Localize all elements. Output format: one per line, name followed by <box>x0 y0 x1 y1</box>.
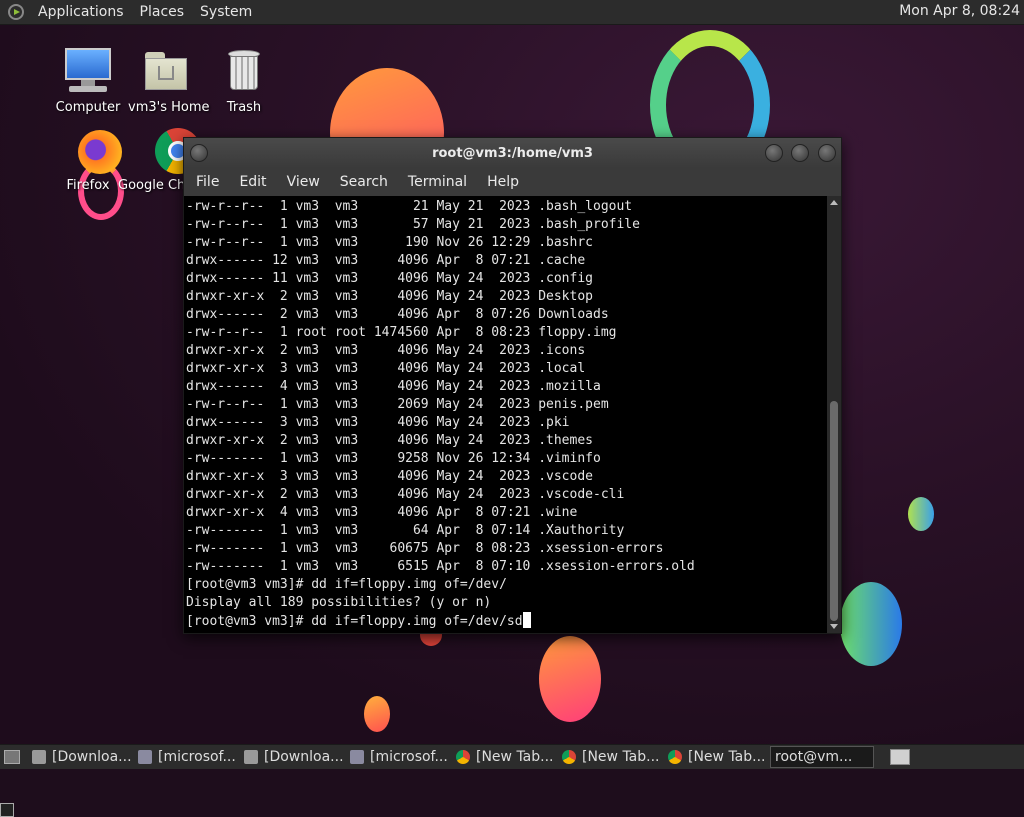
terminal-line: [root@vm3 vm3]# dd if=floppy.img of=/dev… <box>186 577 507 592</box>
desktop-icon-computer[interactable]: Computer <box>50 46 126 115</box>
maximize-icon[interactable] <box>791 144 809 162</box>
wallpaper-blue-orb <box>908 497 934 531</box>
terminal-line: -rw------- 1 vm3 vm3 64 Apr 8 07:14 .Xau… <box>186 523 625 538</box>
menu-applications[interactable]: Applications <box>30 4 132 20</box>
desktop-icon-trash[interactable]: Trash <box>206 46 282 115</box>
editor-icon <box>350 750 364 764</box>
desktop-icon-label: Computer <box>55 100 121 115</box>
panel-clock[interactable]: Mon Apr 8, 08:24 <box>899 3 1020 19</box>
desktop-icon-label: vm3's Home <box>128 100 210 115</box>
chrome-icon <box>456 750 470 764</box>
terminal-line: -rw-r--r-- 1 vm3 vm3 2069 May 24 2023 pe… <box>186 397 609 412</box>
folder-icon <box>244 750 258 764</box>
terminal-line: drwxr-xr-x 4 vm3 vm3 4096 Apr 8 07:21 .w… <box>186 505 578 520</box>
scrollbar-thumb[interactable] <box>830 401 838 621</box>
menu-system[interactable]: System <box>192 4 260 20</box>
window-title: root@vm3:/home/vm3 <box>432 146 593 161</box>
bottom-panel: [Downloa... [microsof... [Downloa... [mi… <box>0 744 1024 817</box>
terminal-line: Display all 189 possibilities? (y or n) <box>186 595 492 610</box>
terminal-output[interactable]: -rw-r--r-- 1 vm3 vm3 21 May 21 2023 .bas… <box>184 196 827 633</box>
window-titlebar[interactable]: root@vm3:/home/vm3 <box>184 138 841 168</box>
scroll-up-icon[interactable] <box>830 200 838 205</box>
terminal-line: -rw------- 1 vm3 vm3 6515 Apr 8 07:10 .x… <box>186 559 695 574</box>
taskbar-item-label: [New Tab... <box>582 749 660 765</box>
show-desktop-icon[interactable] <box>4 750 20 764</box>
terminal-line: drwxr-xr-x 2 vm3 vm3 4096 May 24 2023 .t… <box>186 433 593 448</box>
taskbar-item[interactable]: [New Tab... <box>664 746 768 768</box>
terminal-line: -rw-r--r-- 1 root root 1474560 Apr 8 08:… <box>186 325 617 340</box>
scroll-down-icon[interactable] <box>830 624 838 629</box>
taskbar-item[interactable]: [Downloa... <box>240 746 344 768</box>
menu-search[interactable]: Search <box>330 174 398 190</box>
firefox-icon <box>63 126 122 176</box>
desktop-icon-home[interactable]: vm3's Home <box>128 46 210 115</box>
taskbar-item-label: [microsof... <box>370 749 448 765</box>
menu-view[interactable]: View <box>277 174 330 190</box>
taskbar-item-label: root@vm... <box>775 749 853 765</box>
terminal-line: drwx------ 3 vm3 vm3 4096 May 24 2023 .p… <box>186 415 570 430</box>
taskbar-item[interactable]: [New Tab... <box>558 746 662 768</box>
terminal-prompt-text: [root@vm3 vm3]# dd if=floppy.img of=/dev… <box>186 614 523 629</box>
top-panel: Applications Places System Mon Apr 8, 08… <box>0 0 1024 25</box>
taskbar-item-label: [Downloa... <box>52 749 132 765</box>
close-icon[interactable] <box>818 144 836 162</box>
terminal-line: drwxr-xr-x 2 vm3 vm3 4096 May 24 2023 De… <box>186 289 593 304</box>
terminal-line: -rw-r--r-- 1 vm3 vm3 57 May 21 2023 .bas… <box>186 217 640 232</box>
taskbar-item[interactable]: [microsof... <box>346 746 450 768</box>
taskbar-item[interactable]: [New Tab... <box>452 746 556 768</box>
menu-edit[interactable]: Edit <box>229 174 276 190</box>
menu-terminal[interactable]: Terminal <box>398 174 477 190</box>
terminal-line: -rw-r--r-- 1 vm3 vm3 190 Nov 26 12:29 .b… <box>186 235 593 250</box>
taskbar-item-label: [Downloa... <box>264 749 344 765</box>
terminal-scrollbar[interactable] <box>827 196 841 633</box>
terminal-line: drwxr-xr-x 2 vm3 vm3 4096 May 24 2023 .i… <box>186 343 586 358</box>
terminal-line: drwxr-xr-x 3 vm3 vm3 4096 May 24 2023 .v… <box>186 469 593 484</box>
terminal-line: drwxr-xr-x 3 vm3 vm3 4096 May 24 2023 .l… <box>186 361 586 376</box>
menu-file[interactable]: File <box>186 174 229 190</box>
wallpaper-small-orb <box>364 696 390 732</box>
taskbar-item-label: [New Tab... <box>476 749 554 765</box>
trash-icon <box>219 46 269 96</box>
chrome-icon <box>562 750 576 764</box>
terminal-line: -rw-r--r-- 1 vm3 vm3 21 May 21 2023 .bas… <box>186 199 633 214</box>
menu-places[interactable]: Places <box>132 4 193 20</box>
wallpaper-pink-orb <box>539 636 601 722</box>
workspace-switcher[interactable] <box>890 749 910 765</box>
menu-help[interactable]: Help <box>477 174 529 190</box>
taskbar-item[interactable]: [microsof... <box>134 746 238 768</box>
folder-icon <box>32 750 46 764</box>
desktop-icon-firefox[interactable]: Firefox <box>50 126 126 193</box>
minimize-icon[interactable] <box>765 144 783 162</box>
taskbar-item-label: [New Tab... <box>688 749 766 765</box>
terminal-menubar: File Edit View Search Terminal Help <box>184 168 841 196</box>
terminal-line: -rw------- 1 vm3 vm3 60675 Apr 8 08:23 .… <box>186 541 664 556</box>
terminal-line: -rw------- 1 vm3 vm3 9258 Nov 26 12:34 .… <box>186 451 601 466</box>
editor-icon <box>138 750 152 764</box>
terminal-prompt-line[interactable]: [root@vm3 vm3]# dd if=floppy.img of=/dev… <box>186 612 827 630</box>
taskbar-item-label: [microsof... <box>158 749 236 765</box>
terminal-cursor <box>522 612 531 628</box>
terminal-window[interactable]: root@vm3:/home/vm3 File Edit View Search… <box>183 137 842 634</box>
home-folder-icon <box>141 46 191 96</box>
computer-icon <box>63 46 113 96</box>
taskbar-item-active[interactable]: root@vm... <box>0 746 874 817</box>
terminal-line: drwx------ 11 vm3 vm3 4096 May 24 2023 .… <box>186 271 593 286</box>
terminal-line: drwx------ 2 vm3 vm3 4096 Apr 8 07:26 Do… <box>186 307 609 322</box>
chrome-icon <box>668 750 682 764</box>
desktop-icon-label: Trash <box>226 100 262 115</box>
terminal-line: drwx------ 4 vm3 vm3 4096 May 24 2023 .m… <box>186 379 601 394</box>
desktop-icon-label: Firefox <box>66 178 110 193</box>
distro-logo-icon[interactable] <box>8 4 24 20</box>
wallpaper-teal-orb <box>840 582 902 666</box>
taskbar-item[interactable]: [Downloa... <box>28 746 132 768</box>
terminal-line: drwx------ 12 vm3 vm3 4096 Apr 8 07:21 .… <box>186 253 586 268</box>
terminal-line: drwxr-xr-x 2 vm3 vm3 4096 May 24 2023 .v… <box>186 487 625 502</box>
